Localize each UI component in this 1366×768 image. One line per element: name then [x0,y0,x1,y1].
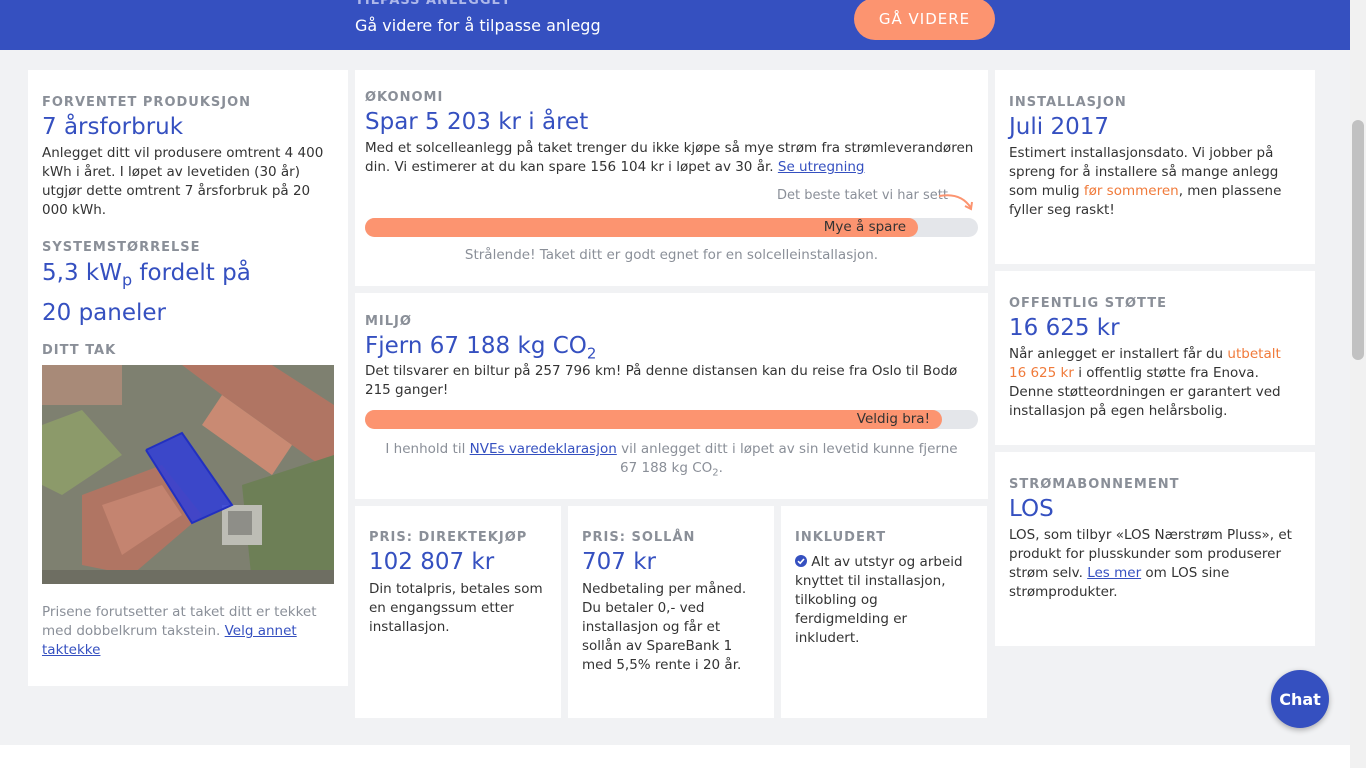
best-roof-note: Det beste taket vi har sett [777,188,948,203]
environment-bar: Veldig bra! [365,410,978,429]
system-size-value: 5,3 kWp fordelt på [42,260,251,290]
savings-bar: Mye å spare [365,218,978,237]
scrollbar-thumb[interactable] [1352,120,1364,360]
read-more-link[interactable]: Les mer [1087,565,1141,581]
environment-bar-label: Veldig bra! [856,411,930,427]
page-scrollbar[interactable] [1350,0,1366,768]
continue-button[interactable]: GÅ VIDERE [854,0,995,40]
installation-description: Estimert installasjonsdato. Vi jobber på… [1009,145,1282,218]
support-value: 16 625 kr [1009,315,1120,341]
price-loan-label: PRIS: SOLLÅN [582,530,696,545]
roof-label: DITT TAK [42,343,117,358]
support-label: OFFENTLIG STØTTE [1009,296,1167,311]
support-card: OFFENTLIG STØTTE 16 625 kr Når anlegget … [995,271,1315,445]
chat-button[interactable]: Chat [1271,670,1329,728]
subscription-card: STRØMABONNEMENT LOS LOS, som tilbyr «LOS… [995,452,1315,646]
support-description: Når anlegget er installert får du utbeta… [1009,346,1281,419]
arrow-icon [938,194,973,211]
production-value: 7 årsforbruk [42,114,184,140]
production-label: FORVENTET PRODUKSJON [42,95,252,110]
price-loan-description: Nedbetaling per måned. Du betaler 0,- ve… [582,581,747,673]
production-description: Anlegget ditt vil produsere omtrent 4 40… [42,145,324,218]
roof-aerial-image [42,365,334,584]
price-direct-label: PRIS: DIREKTEKJØP [369,530,528,545]
environment-footer: I henhold til NVEs varedeklarasjon vil a… [385,441,958,479]
installation-value: Juli 2017 [1009,114,1109,140]
price-direct-value: 102 807 kr [369,549,495,575]
economy-value: Spar 5 203 kr i året [365,109,589,135]
roof-note: Prisene forutsetter at taket ditt er tek… [42,604,317,658]
economy-label: ØKONOMI [365,90,444,105]
banner-headline: Gå videre for å tilpasse anlegg [355,16,601,35]
installation-label: INSTALLASJON [1009,95,1127,110]
system-panels-value: 20 paneler [42,299,166,326]
top-banner: TILPASS ANLEGGET Gå videre for å tilpass… [0,0,1350,50]
included-description: Alt av utstyr og arbeid knyttet til inst… [795,554,963,646]
price-direct-description: Din totalpris, betales som en engangssum… [369,581,543,635]
subscription-value: LOS [1009,496,1054,522]
price-loan-card: PRIS: SOLLÅN 707 kr Nedbetaling per måne… [568,506,774,718]
environment-description: Det tilsvarer en biltur på 257 796 km! P… [365,363,958,398]
footer-band [0,745,1350,768]
nve-declaration-link[interactable]: NVEs varedeklarasjon [470,441,617,457]
economy-description: Med et solcelleanlegg på taket trenger d… [365,140,974,175]
subscription-description: LOS, som tilbyr «LOS Nærstrøm Pluss», et… [1009,527,1292,600]
subscription-label: STRØMABONNEMENT [1009,477,1180,492]
included-card: INKLUDERT Alt av utstyr og arbeid knytte… [781,506,987,718]
price-loan-value: 707 kr [582,549,656,575]
economy-card: ØKONOMI Spar 5 203 kr i året Med et solc… [355,70,988,286]
system-size-label: SYSTEMSTØRRELSE [42,240,201,255]
savings-bar-label: Mye å spare [823,219,906,235]
roof-map [42,365,334,584]
environment-card: MILJØ Fjern 67 188 kg CO2 Det tilsvarer … [355,293,988,499]
economy-footer: Strålende! Taket ditt er godt egnet for … [464,247,879,263]
environment-label: MILJØ [365,314,412,329]
banner-kicker: TILPASS ANLEGGET [355,0,512,8]
see-calculation-link[interactable]: Se utregning [778,159,865,175]
check-circle-icon [795,555,807,567]
price-direct-card: PRIS: DIREKTEKJØP 102 807 kr Din totalpr… [355,506,561,718]
environment-bar-fill [365,410,942,429]
installation-card: INSTALLASJON Juli 2017 Estimert installa… [995,70,1315,264]
included-label: INKLUDERT [795,530,887,545]
